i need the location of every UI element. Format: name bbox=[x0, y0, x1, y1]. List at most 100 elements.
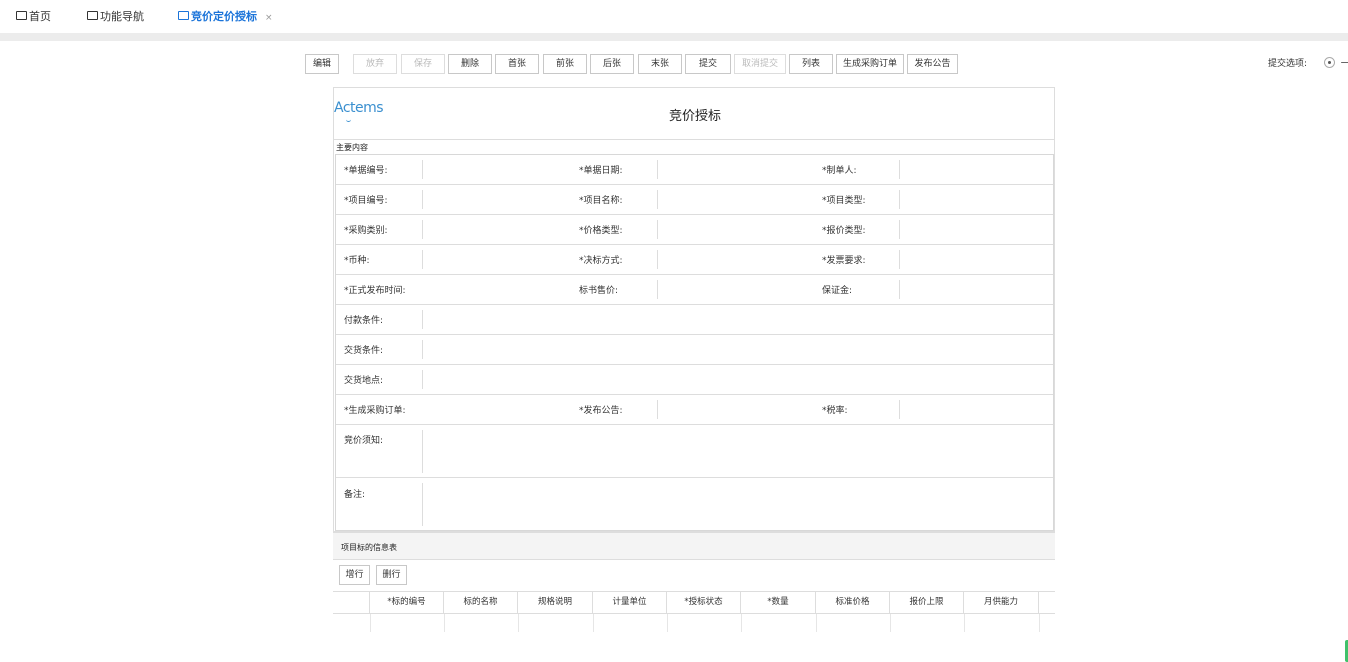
quote-type-label: *报价类型: bbox=[822, 226, 866, 236]
column-header-monthly-capacity[interactable]: 月供能力 bbox=[964, 592, 1039, 613]
edit-button[interactable]: 编辑 bbox=[305, 54, 339, 74]
deposit-label: 保证金: bbox=[822, 286, 853, 296]
form-row: 竞价须知: bbox=[336, 425, 1053, 478]
info-table-title: 项目标的信息表 bbox=[341, 543, 397, 552]
column-header-award-status[interactable]: *授标状态 bbox=[667, 592, 741, 613]
remarks-field[interactable] bbox=[422, 483, 423, 526]
payment-terms-field[interactable] bbox=[422, 310, 423, 329]
tax-rate-field[interactable] bbox=[899, 400, 900, 419]
generate-po-button[interactable]: 生成采购订单 bbox=[836, 54, 904, 74]
column-divider bbox=[741, 614, 742, 632]
deposit-field[interactable] bbox=[899, 280, 900, 299]
form-row: 付款条件: bbox=[336, 305, 1053, 335]
project-type-field[interactable] bbox=[899, 190, 900, 209]
bid-notice-field[interactable] bbox=[422, 430, 423, 473]
delivery-terms-label: 交货条件: bbox=[344, 346, 384, 356]
award-method-field[interactable] bbox=[657, 250, 658, 269]
column-divider bbox=[964, 614, 965, 632]
submit-option: 提交选项: 一般 bbox=[1268, 56, 1348, 69]
divider bbox=[0, 33, 1348, 41]
submit-option-value: 一般 bbox=[1340, 59, 1348, 69]
project-code-field[interactable] bbox=[422, 190, 423, 209]
doc-date-label: *单据日期: bbox=[579, 166, 623, 176]
publish-notice-field[interactable] bbox=[657, 400, 658, 419]
submit-option-label: 提交选项: bbox=[1268, 59, 1308, 69]
column-header-spec[interactable]: 规格说明 bbox=[518, 592, 593, 613]
prev-button[interactable]: 前张 bbox=[543, 54, 587, 74]
delivery-terms-field[interactable] bbox=[422, 340, 423, 359]
column-divider bbox=[890, 614, 891, 632]
folder-icon bbox=[16, 11, 27, 20]
award-method-label: *决标方式: bbox=[579, 256, 623, 266]
form-row: *正式发布时间: 标书售价: 保证金: bbox=[336, 275, 1053, 305]
form-row: *币种: *决标方式: *发票要求: bbox=[336, 245, 1053, 275]
column-header-quantity[interactable]: *数量 bbox=[741, 592, 816, 613]
publish-notice-button[interactable]: 发布公告 bbox=[907, 54, 958, 74]
currency-field[interactable] bbox=[422, 250, 423, 269]
price-type-label: *价格类型: bbox=[579, 226, 623, 236]
submit-button[interactable]: 提交 bbox=[685, 54, 731, 74]
column-divider bbox=[1039, 614, 1040, 632]
publish-notice-label: *发布公告: bbox=[579, 406, 623, 416]
form-title: 竞价授标 bbox=[668, 109, 721, 124]
tab-home[interactable]: 首页 bbox=[16, 8, 51, 24]
tender-price-field[interactable] bbox=[657, 280, 658, 299]
bid-notice-label: 竞价须知: bbox=[344, 436, 384, 446]
project-type-label: *项目类型: bbox=[822, 196, 866, 206]
column-header-quote-cap[interactable]: 报价上限 bbox=[890, 592, 964, 613]
last-button[interactable]: 末张 bbox=[638, 54, 682, 74]
project-code-label: *项目编号: bbox=[344, 196, 388, 206]
add-row-button[interactable]: 增行 bbox=[339, 565, 370, 585]
generate-po-label: *生成采购订单: bbox=[344, 406, 406, 416]
column-header-select bbox=[333, 592, 370, 613]
form-row: *项目编号: *项目名称: *项目类型: bbox=[336, 185, 1053, 215]
folder-icon bbox=[87, 11, 98, 20]
tab-function-nav[interactable]: 功能导航 bbox=[87, 8, 144, 24]
delivery-location-label: 交货地点: bbox=[344, 376, 384, 386]
divider bbox=[334, 139, 1054, 140]
column-header-standard-price[interactable]: 标准价格 bbox=[816, 592, 890, 613]
form-row: *采购类别: *价格类型: *报价类型: bbox=[336, 215, 1053, 245]
doc-number-label: *单据编号: bbox=[344, 166, 388, 176]
column-header-item-code[interactable]: *标的编号 bbox=[370, 592, 444, 613]
tab-label: 竞价定价授标 bbox=[191, 10, 257, 23]
column-divider bbox=[816, 614, 817, 632]
column-divider bbox=[593, 614, 594, 632]
bid-award-form: Actems 竞价授标 主要内容 *单据编号: *单据日期: *制单人: *项目… bbox=[333, 87, 1055, 532]
form-row: *生成采购订单: *发布公告: *税率: bbox=[336, 395, 1053, 425]
form-row: *单据编号: *单据日期: *制单人: bbox=[336, 155, 1053, 185]
close-icon[interactable]: × bbox=[265, 13, 273, 23]
column-header-unit[interactable]: 计量单位 bbox=[593, 592, 667, 613]
purchase-category-label: *采购类别: bbox=[344, 226, 388, 236]
radio-button[interactable] bbox=[1323, 57, 1335, 68]
cancel-submit-button[interactable]: 取消提交 bbox=[734, 54, 786, 74]
save-button[interactable]: 保存 bbox=[401, 54, 445, 74]
next-button[interactable]: 后张 bbox=[590, 54, 634, 74]
creator-field[interactable] bbox=[899, 160, 900, 179]
project-name-field[interactable] bbox=[657, 190, 658, 209]
column-header-item-name[interactable]: 标的名称 bbox=[444, 592, 518, 613]
publish-time-label: *正式发布时间: bbox=[344, 286, 406, 296]
doc-number-field[interactable] bbox=[422, 160, 423, 179]
doc-date-field[interactable] bbox=[657, 160, 658, 179]
tab-bid-pricing-award[interactable]: 竞价定价授标 × bbox=[178, 8, 273, 24]
purchase-category-field[interactable] bbox=[422, 220, 423, 239]
delete-row-button[interactable]: 删行 bbox=[376, 565, 407, 585]
tab-bar: 首页 功能导航 竞价定价授标 × bbox=[0, 0, 1348, 33]
form-row: 备注: bbox=[336, 478, 1053, 530]
delivery-location-field[interactable] bbox=[422, 370, 423, 389]
section-title: 主要内容 bbox=[336, 143, 368, 152]
discard-button[interactable]: 放弃 bbox=[353, 54, 397, 74]
price-type-field[interactable] bbox=[657, 220, 658, 239]
first-button[interactable]: 首张 bbox=[495, 54, 539, 74]
main-fields-grid: *单据编号: *单据日期: *制单人: *项目编号: *项目名称: *项目类型:… bbox=[335, 154, 1054, 531]
invoice-requirement-field[interactable] bbox=[899, 250, 900, 269]
project-name-label: *项目名称: bbox=[579, 196, 623, 206]
info-table-header: 项目标的信息表 bbox=[333, 532, 1055, 560]
creator-label: *制单人: bbox=[822, 166, 857, 176]
delete-button[interactable]: 删除 bbox=[448, 54, 492, 74]
list-button[interactable]: 列表 bbox=[789, 54, 833, 74]
info-table-head: *标的编号 标的名称 规格说明 计量单位 *授标状态 *数量 标准价格 报价上限… bbox=[333, 591, 1055, 614]
tax-rate-label: *税率: bbox=[822, 406, 848, 416]
quote-type-field[interactable] bbox=[899, 220, 900, 239]
